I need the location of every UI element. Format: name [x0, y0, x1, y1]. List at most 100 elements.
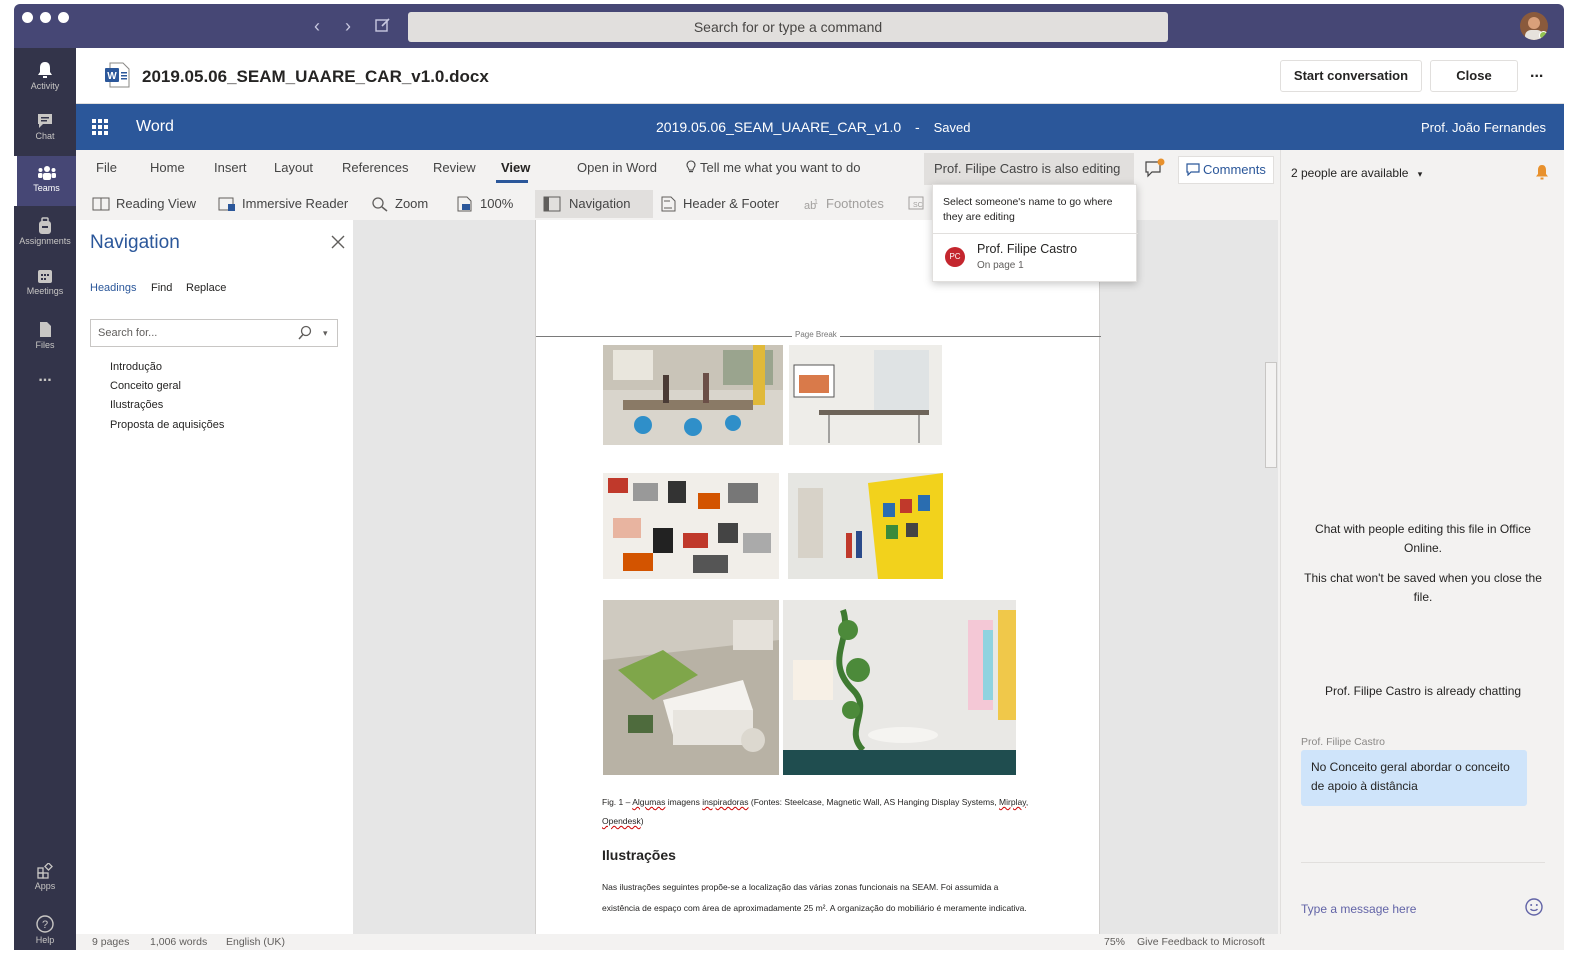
window-dot-icon[interactable] — [22, 12, 33, 23]
user-avatar[interactable] — [1520, 12, 1548, 40]
coauthor-avatar[interactable]: PC — [945, 247, 965, 267]
window-dot-icon[interactable] — [58, 12, 69, 23]
immersive-reader-button[interactable]: Immersive Reader — [216, 190, 348, 218]
nav-heading-item[interactable]: Ilustrações — [110, 399, 163, 411]
chat-message-input[interactable]: Type a message here — [1301, 902, 1416, 916]
calendar-icon — [38, 270, 52, 283]
rail-more-icon[interactable]: ... — [14, 368, 76, 418]
word-count[interactable]: 1,006 words — [150, 936, 207, 948]
notification-bell-icon[interactable] — [1535, 164, 1549, 180]
document-page[interactable]: Page Break Fig. 1 – Algumas imagens insp… — [535, 220, 1101, 934]
chevron-down-icon[interactable]: ▾ — [323, 320, 328, 346]
nav-search-placeholder: Search for... — [98, 327, 158, 339]
close-button[interactable]: Close — [1430, 60, 1518, 92]
tell-me-search[interactable]: Tell me what you want to do — [686, 160, 860, 175]
navigation-button[interactable]: Navigation — [535, 190, 653, 218]
help-icon: ? — [36, 915, 54, 933]
emoji-icon[interactable] — [1525, 898, 1543, 916]
footnotes-button[interactable]: ab 1 Footnotes — [800, 190, 884, 218]
svg-text:?: ? — [42, 919, 48, 931]
zoom-label: Zoom — [395, 196, 429, 211]
rail-label: ... — [38, 368, 52, 385]
header-footer-label: Header & Footer — [683, 196, 780, 211]
caption-word: Algumas — [632, 797, 666, 807]
rail-label: Apps — [34, 881, 56, 891]
chat-info-note: Chat with people editing this file in Of… — [1315, 522, 1531, 555]
nav-tab-find[interactable]: Find — [151, 282, 172, 294]
lightbulb-icon — [686, 160, 696, 173]
tab-file[interactable]: File — [96, 160, 117, 175]
open-in-word-link[interactable]: Open in Word — [577, 160, 657, 175]
rail-chat[interactable]: Chat — [14, 104, 76, 154]
back-forward-icon[interactable]: ‹ › — [314, 16, 361, 37]
document-canvas[interactable]: Page Break Fig. 1 – Algumas imagens insp… — [353, 220, 1278, 934]
tell-me-label: Tell me what you want to do — [700, 160, 861, 175]
feedback-link[interactable]: Give Feedback to Microsoft — [1137, 936, 1265, 948]
section-paragraph: Nas ilustrações seguintes propõe-se a lo… — [602, 882, 1027, 913]
tab-view[interactable]: View — [501, 160, 530, 175]
title-separator: - — [915, 119, 920, 135]
close-icon[interactable] — [330, 234, 346, 250]
tab-review[interactable]: Review — [433, 160, 476, 175]
page-100-icon — [457, 196, 472, 212]
message-bubble[interactable]: No Conceito geral abordar o conceito de … — [1301, 750, 1527, 806]
chat-activity-icon[interactable] — [1144, 158, 1166, 178]
immersive-reader-label: Immersive Reader — [242, 196, 349, 211]
user-name[interactable]: Prof. João Fernandes — [1421, 120, 1546, 135]
teams-window: ‹ › Search for or type a command Activit… — [14, 4, 1564, 950]
tab-layout[interactable]: Layout — [274, 160, 313, 175]
more-options-icon[interactable]: ... — [1530, 64, 1543, 82]
coauthor-name[interactable]: Prof. Filipe Castro — [977, 242, 1077, 256]
show-comments-icon[interactable]: SC — [908, 196, 926, 212]
nav-search-input[interactable]: Search for... ▾ — [90, 319, 338, 347]
rail-label: Meetings — [26, 286, 64, 296]
rail-meetings[interactable]: Meetings — [14, 260, 76, 310]
header-footer-button[interactable]: Header & Footer — [657, 190, 779, 218]
app-name[interactable]: Word — [136, 118, 174, 136]
chat-divider — [1301, 862, 1545, 863]
reading-view-button[interactable]: Reading View — [90, 190, 196, 218]
rail-assignments[interactable]: Assignments — [14, 208, 76, 258]
availability-dropdown[interactable]: 2 people are available ▾ — [1291, 166, 1422, 180]
scrollbar-thumb[interactable] — [1265, 362, 1277, 468]
document-title[interactable]: 2019.05.06_SEAM_UAARE_CAR_v1.0 - Saved — [656, 119, 970, 135]
app-launcher-icon[interactable] — [92, 119, 108, 135]
availability-label: 2 people are available — [1291, 166, 1409, 180]
zoom-button[interactable]: Zoom — [369, 190, 428, 218]
nav-tab-headings[interactable]: Headings — [90, 282, 136, 294]
rail-teams[interactable]: Teams — [14, 156, 76, 206]
language-status[interactable]: English (UK) — [226, 936, 285, 948]
word-app-bar: Word 2019.05.06_SEAM_UAARE_CAR_v1.0 - Sa… — [76, 104, 1564, 150]
page-break-label: Page Break — [792, 330, 840, 339]
nav-heading-item[interactable]: Proposta de aquisições — [110, 419, 224, 431]
start-conversation-button[interactable]: Start conversation — [1280, 60, 1422, 92]
also-editing-dropdown[interactable]: Prof. Filipe Castro is also editing ⌄ — [924, 153, 1134, 208]
zoom-100-button[interactable]: 100% — [454, 190, 513, 218]
rail-help[interactable]: ? Help — [14, 906, 76, 950]
rail-files[interactable]: Files — [14, 312, 76, 362]
compose-icon[interactable] — [374, 16, 392, 34]
save-status: Saved — [933, 120, 971, 135]
file-name: 2019.05.06_SEAM_UAARE_CAR_v1.0.docx — [142, 67, 489, 86]
coauthor-location: On page 1 — [977, 260, 1024, 271]
nav-heading-item[interactable]: Conceito geral — [110, 380, 181, 392]
document-title-text[interactable]: 2019.05.06_SEAM_UAARE_CAR_v1.0 — [656, 119, 901, 135]
backpack-icon — [39, 217, 51, 234]
page-count[interactable]: 9 pages — [92, 936, 129, 948]
nav-tab-replace[interactable]: Replace — [186, 282, 226, 294]
plant-room-photo-image — [783, 600, 1016, 775]
reading-view-label: Reading View — [116, 196, 196, 211]
tab-home[interactable]: Home — [150, 160, 185, 175]
rail-activity[interactable]: Activity — [14, 52, 76, 102]
comments-button[interactable]: Comments — [1178, 156, 1274, 184]
nav-heading-item[interactable]: Introdução — [110, 361, 162, 373]
tab-insert[interactable]: Insert — [214, 160, 247, 175]
search-icon[interactable] — [297, 325, 313, 341]
rail-apps[interactable]: Apps — [14, 854, 76, 904]
section-heading: Ilustrações — [602, 847, 676, 863]
caption-word: Opendesk — [602, 816, 641, 826]
tab-references[interactable]: References — [342, 160, 408, 175]
command-search-box[interactable]: Search for or type a command — [408, 12, 1168, 42]
window-dot-icon[interactable] — [40, 12, 51, 23]
zoom-level[interactable]: 75% — [1104, 936, 1125, 948]
